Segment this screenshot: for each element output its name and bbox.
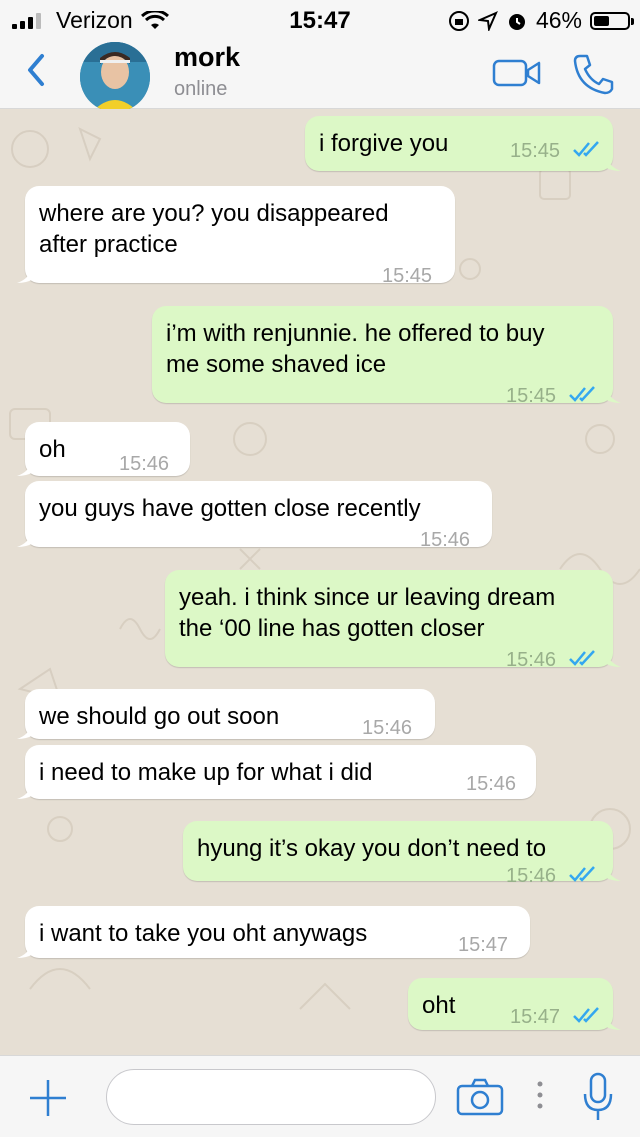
status-bar: Verizon 15:47 46%: [0, 0, 640, 40]
message-line: i forgive you: [319, 130, 449, 157]
message-text: you guys have gotten close recently: [39, 493, 421, 524]
bubble-tail: [17, 531, 33, 547]
message-text: we should go out soon: [39, 701, 279, 732]
message-line: you guys have gotten close recently: [39, 495, 421, 522]
incoming-message-bubble[interactable]: you guys have gotten close recently 15:46: [17, 481, 492, 551]
avatar[interactable]: [80, 42, 150, 112]
outgoing-message-bubble[interactable]: i forgive you 15:45: [305, 116, 621, 171]
bubble-tail: [605, 1014, 621, 1030]
alarm-icon: [508, 13, 525, 30]
more-dots-icon[interactable]: [536, 1080, 544, 1110]
message-time: 15:46: [466, 773, 517, 795]
message-line: where are you? you disappeared: [39, 200, 389, 227]
message-text: oht: [422, 990, 455, 1021]
chat-header: mork online: [0, 40, 640, 112]
back-chevron-icon[interactable]: [22, 50, 52, 90]
contact-name[interactable]: mork: [174, 42, 240, 73]
bubble-tail: [17, 783, 33, 799]
message-text: i want to take you oht anywags: [39, 918, 367, 949]
bubble-tail: [17, 942, 33, 958]
incoming-message-bubble[interactable]: i want to take you oht anywags 15:47: [17, 906, 530, 958]
incoming-message-bubble[interactable]: where are you? you disappeared after prac…: [17, 186, 455, 287]
message-text: where are you? you disappeared after prac…: [39, 198, 389, 260]
message-time: 15:45: [382, 265, 433, 287]
message-line: after practice: [39, 231, 178, 258]
message-line: i’m with renjunnie. he offered to buy: [166, 320, 545, 347]
message-text: yeah. i think since ur leaving dream the …: [179, 582, 555, 644]
battery-icon: [590, 11, 634, 30]
message-time: 15:45: [510, 140, 561, 162]
message-text: i forgive you: [319, 128, 448, 159]
message-text: i need to make up for what i did: [39, 757, 373, 788]
read-receipt-icon: [569, 386, 595, 402]
outgoing-message-bubble[interactable]: yeah. i think since ur leaving dream the …: [165, 570, 621, 671]
message-time: 15:46: [506, 865, 557, 887]
message-line: i need to make up for what i did: [39, 759, 373, 786]
incoming-message-bubble[interactable]: i need to make up for what i did 15:46: [17, 745, 536, 799]
message-input[interactable]: [106, 1069, 436, 1125]
read-receipt-icon: [573, 1007, 599, 1023]
bubble-tail: [17, 460, 33, 476]
bubble-tail: [605, 865, 621, 881]
plus-icon[interactable]: [28, 1078, 68, 1118]
outgoing-message-bubble[interactable]: oht 15:47: [408, 978, 621, 1030]
message-line: the ‘00 line has gotten closer: [179, 615, 485, 642]
message-time: 15:45: [506, 385, 557, 407]
message-time: 15:46: [420, 529, 471, 551]
message-time: 15:46: [119, 453, 170, 475]
phone-call-icon[interactable]: [572, 52, 616, 96]
microphone-icon[interactable]: [582, 1072, 614, 1122]
read-receipt-icon: [569, 866, 595, 882]
read-receipt-icon: [569, 650, 595, 666]
rotation-lock-icon: [448, 10, 469, 31]
incoming-message-bubble[interactable]: we should go out soon 15:46: [17, 689, 435, 739]
message-line: we should go out soon: [39, 703, 280, 730]
outgoing-message-bubble[interactable]: hyung it’s okay you don’t need to 15:46: [183, 821, 621, 887]
message-time: 15:47: [458, 934, 509, 956]
location-icon: [477, 10, 498, 31]
composer-bar: [0, 1055, 640, 1137]
bubble-tail: [17, 267, 33, 283]
bubble-tail: [605, 651, 621, 667]
message-list[interactable]: i forgive you 15:45 where are you? you dis…: [0, 109, 640, 1055]
message-time: 15:47: [510, 1006, 561, 1028]
read-receipt-icon: [573, 141, 599, 157]
message-line: i want to take you oht anywags: [39, 920, 368, 947]
message-time: 15:46: [506, 649, 557, 671]
message-line: oht: [422, 992, 456, 1019]
message-text: oh: [39, 434, 66, 465]
video-call-icon[interactable]: [492, 58, 542, 88]
message-line: oh: [39, 436, 66, 463]
message-line: yeah. i think since ur leaving dream: [179, 584, 556, 611]
message-time: 15:46: [362, 717, 413, 739]
message-line: me some shaved ice: [166, 351, 387, 378]
contact-presence: online: [174, 78, 228, 100]
battery-percent: 46%: [535, 7, 582, 33]
incoming-message-bubble[interactable]: oh 15:46: [17, 422, 190, 476]
message-text: i’m with renjunnie. he offered to buy me …: [166, 318, 544, 380]
outgoing-message-bubble[interactable]: i’m with renjunnie. he offered to buy me …: [152, 306, 621, 407]
message-text: hyung it’s okay you don’t need to: [197, 833, 546, 864]
bubble-tail: [17, 723, 33, 739]
camera-icon[interactable]: [456, 1078, 504, 1116]
bubble-tail: [605, 387, 621, 403]
message-line: hyung it’s okay you don’t need to: [197, 835, 547, 862]
bubble-tail: [605, 155, 621, 171]
